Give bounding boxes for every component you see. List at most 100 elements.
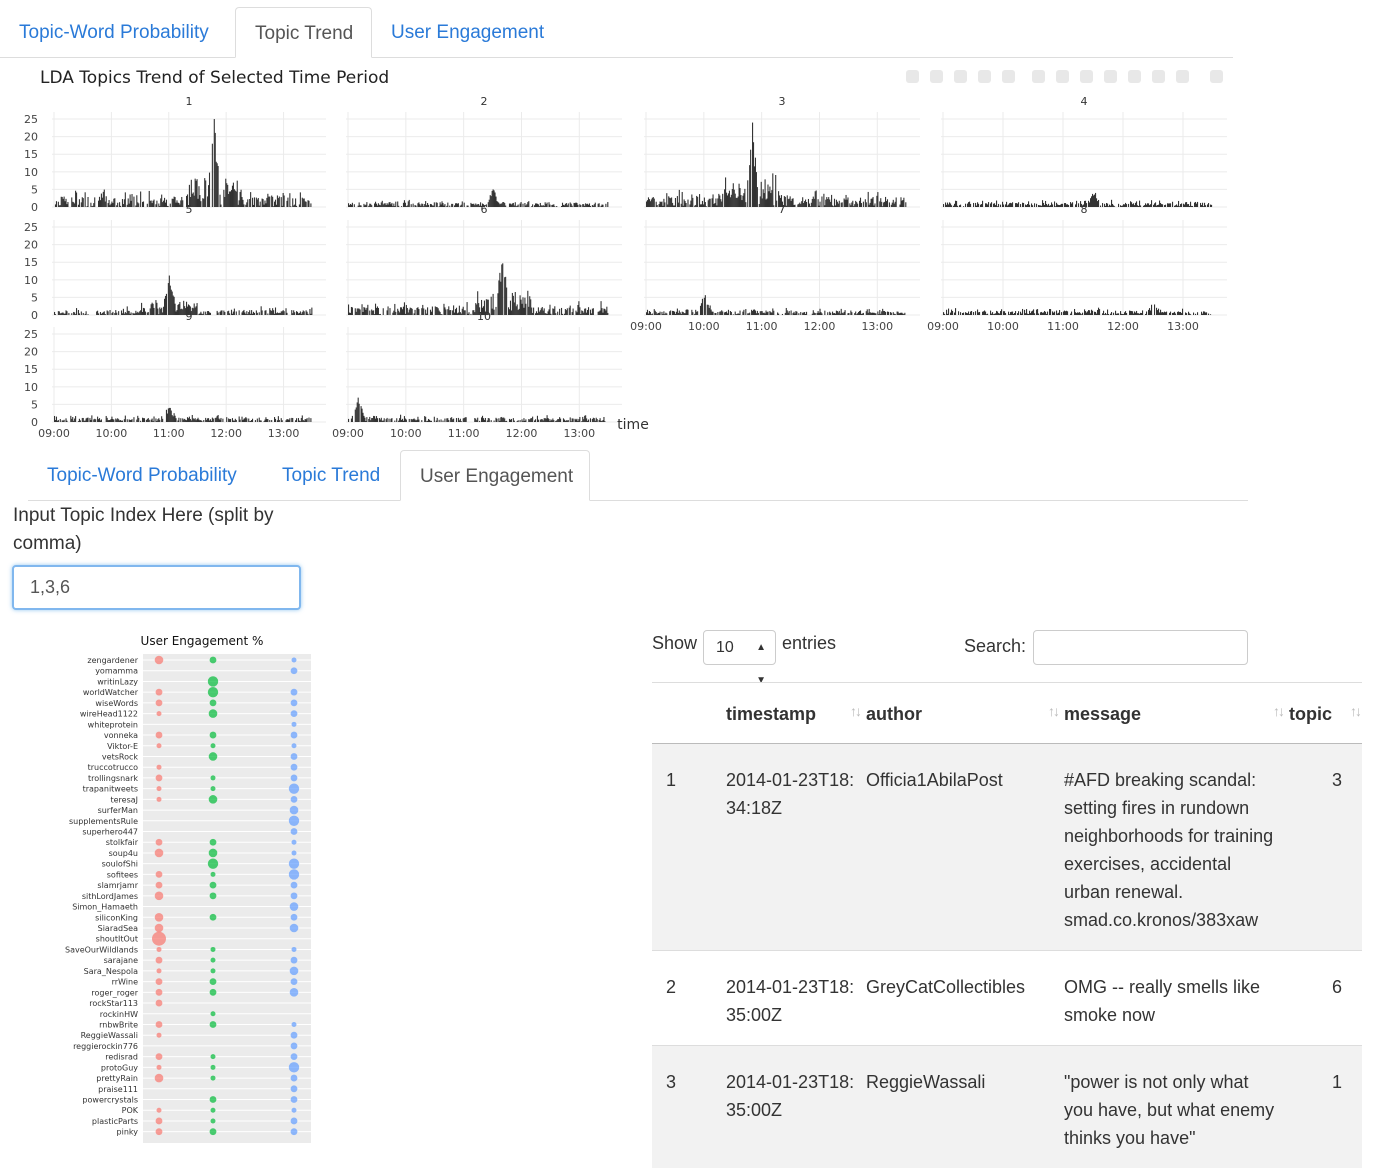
bar xyxy=(1116,314,1117,315)
bar xyxy=(348,304,349,315)
bar xyxy=(418,309,419,315)
bar xyxy=(1186,313,1187,315)
bar xyxy=(811,203,812,207)
y-tick-label: 20 xyxy=(24,239,38,252)
bar xyxy=(992,312,993,315)
bar xyxy=(570,417,571,422)
bar xyxy=(510,420,511,422)
bar xyxy=(166,294,167,315)
bar xyxy=(544,308,545,315)
bar xyxy=(144,418,145,422)
bar xyxy=(82,418,83,422)
bar xyxy=(1204,312,1205,315)
tab-topic-word-probability-2[interactable]: Topic-Word Probability xyxy=(28,450,256,499)
table-row[interactable]: 2 2014-01-23T18:35:00Z GreyCatCollectibl… xyxy=(652,951,1362,1046)
bar xyxy=(159,206,160,207)
bar xyxy=(717,198,718,207)
bar xyxy=(528,201,529,207)
bar xyxy=(948,309,949,315)
table-row[interactable]: 3 2014-01-23T18:35:00Z ReggieWassali "po… xyxy=(652,1046,1362,1168)
bar xyxy=(93,203,94,207)
bar xyxy=(970,204,971,207)
bar xyxy=(279,313,280,315)
bar xyxy=(656,202,657,207)
bar xyxy=(274,417,275,422)
tab-user-engagement-2[interactable]: User Engagement xyxy=(400,450,590,501)
tab-user-engagement[interactable]: User Engagement xyxy=(372,7,563,56)
bar xyxy=(677,196,678,207)
search-input[interactable] xyxy=(1033,630,1248,665)
ue-point xyxy=(156,989,163,996)
bar xyxy=(229,191,230,207)
bar xyxy=(375,202,376,207)
bar xyxy=(1043,203,1044,207)
bar xyxy=(302,312,303,315)
bar xyxy=(682,312,683,315)
bar xyxy=(425,310,426,315)
bar xyxy=(526,204,527,207)
bar xyxy=(585,308,586,315)
table-row[interactable]: 1 2014-01-23T18:34:18Z Officia1AbilaPost… xyxy=(652,744,1362,951)
bar xyxy=(726,311,727,315)
bar xyxy=(652,314,653,315)
bar xyxy=(525,205,526,207)
bar xyxy=(213,419,214,422)
bar xyxy=(375,419,376,422)
bar xyxy=(873,313,874,315)
bar xyxy=(885,197,886,207)
col-timestamp-header[interactable]: timestamp↑↓ xyxy=(726,683,866,744)
bar xyxy=(771,313,772,315)
facet-panel: 709:0010:0011:0012:0013:00 xyxy=(630,203,920,333)
topic-index-input[interactable] xyxy=(12,565,301,610)
bar xyxy=(390,204,391,207)
bar xyxy=(518,420,519,422)
ue-point xyxy=(157,786,162,791)
bar xyxy=(1148,203,1149,207)
bar xyxy=(945,203,946,207)
bar xyxy=(703,204,704,207)
bar xyxy=(73,421,74,422)
bar xyxy=(806,202,807,207)
bar xyxy=(197,179,198,207)
bar xyxy=(374,203,375,207)
bar xyxy=(765,179,766,207)
x-tick-label: 10:00 xyxy=(688,320,720,333)
bar xyxy=(1013,314,1014,315)
col-author-header[interactable]: author↑↓ xyxy=(866,683,1064,744)
bar xyxy=(489,418,490,422)
bar xyxy=(770,312,771,315)
bar xyxy=(696,196,697,207)
bar xyxy=(648,314,649,315)
bar xyxy=(806,312,807,315)
bar xyxy=(363,416,364,422)
col-topic-header[interactable]: topic↑↓ xyxy=(1289,683,1362,744)
bar xyxy=(854,204,855,207)
bar xyxy=(244,418,245,422)
bar xyxy=(710,199,711,207)
col-message-header[interactable]: message↑↓ xyxy=(1064,683,1289,744)
bar xyxy=(495,418,496,422)
tab-topic-trend[interactable]: Topic Trend xyxy=(235,7,372,58)
bar xyxy=(1128,204,1129,207)
bar xyxy=(142,418,143,422)
bar xyxy=(109,200,110,207)
bar xyxy=(137,416,138,422)
bar xyxy=(99,197,100,207)
bar xyxy=(253,205,254,207)
bar xyxy=(127,306,128,315)
bar xyxy=(1183,204,1184,207)
bar xyxy=(674,312,675,315)
bar xyxy=(123,204,124,207)
bar xyxy=(973,203,974,207)
tab-topic-trend-2[interactable]: Topic Trend xyxy=(263,450,399,499)
bar xyxy=(757,187,758,207)
bar xyxy=(191,420,192,422)
ue-user-label: siliconKing xyxy=(95,913,138,922)
bar xyxy=(817,313,818,315)
page-length-select[interactable]: 10▲▼ xyxy=(703,630,776,665)
bar xyxy=(153,200,154,207)
bar xyxy=(702,299,703,315)
tab-topic-word-probability[interactable]: Topic-Word Probability xyxy=(0,7,228,56)
bar xyxy=(302,198,303,207)
bar xyxy=(668,196,669,207)
